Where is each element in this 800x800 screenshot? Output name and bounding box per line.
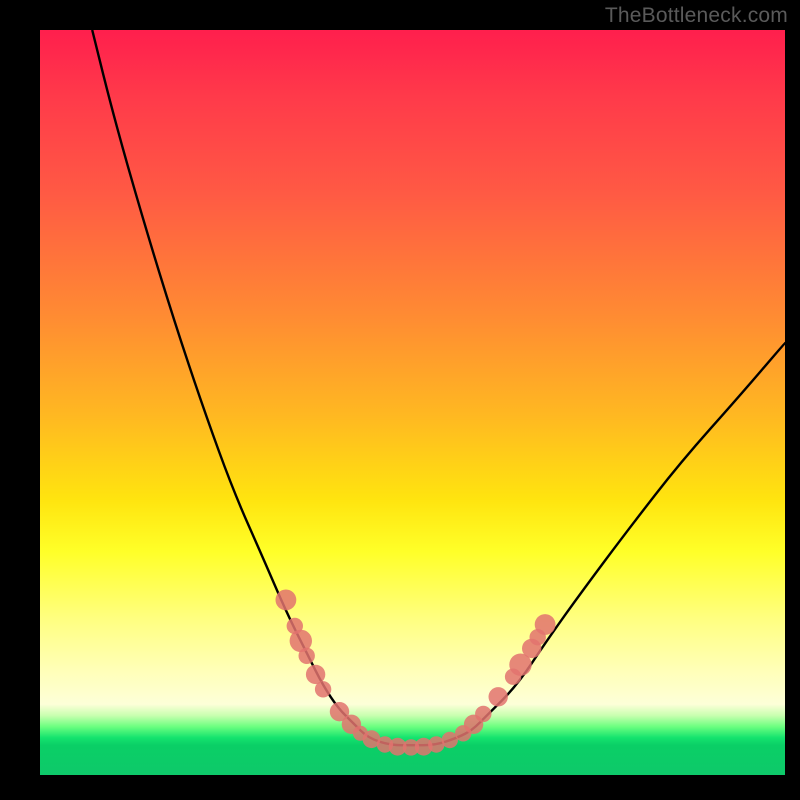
scatter-dots <box>276 590 556 756</box>
data-point <box>475 706 491 722</box>
data-point <box>276 590 297 611</box>
data-point <box>489 687 508 706</box>
data-point <box>315 681 331 697</box>
bottleneck-curve <box>92 30 785 745</box>
data-point <box>299 648 315 664</box>
watermark-text: TheBottleneck.com <box>605 4 788 28</box>
chart-svg <box>40 30 785 775</box>
chart-frame: TheBottleneck.com <box>0 0 800 800</box>
plot-area <box>40 30 785 775</box>
data-point <box>535 614 556 635</box>
